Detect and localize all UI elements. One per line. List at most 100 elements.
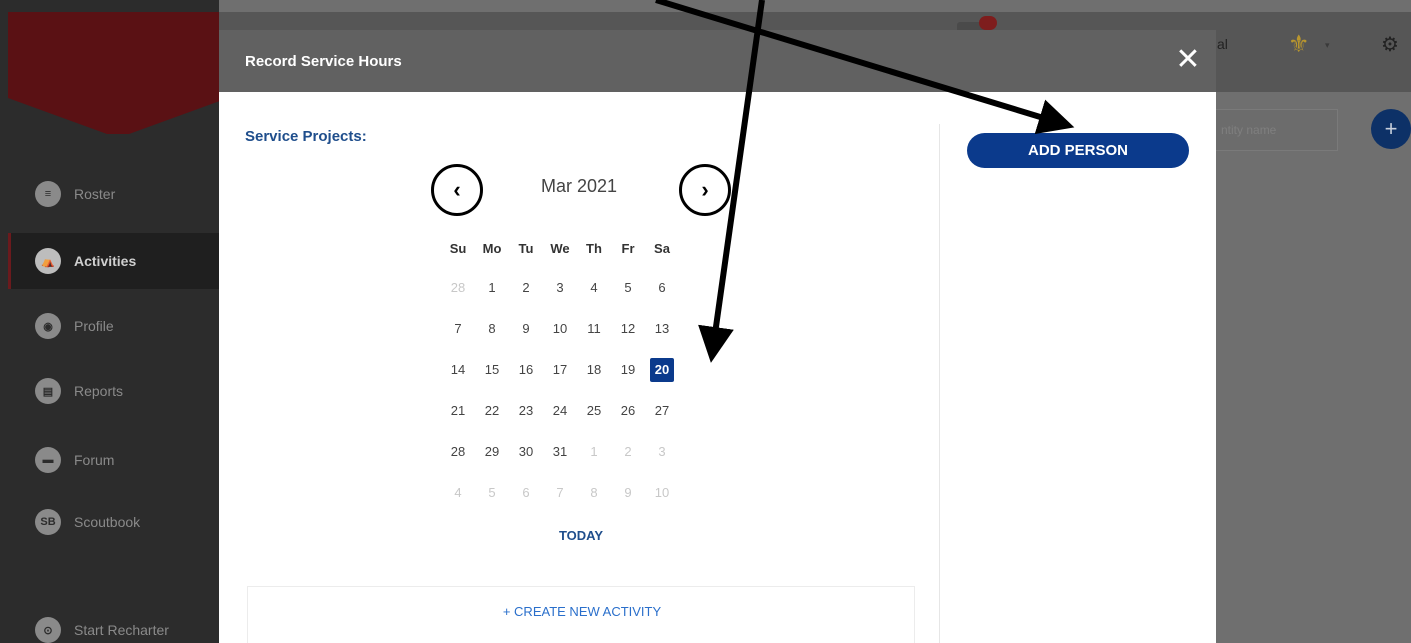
calendar-day[interactable]: 15: [475, 358, 509, 382]
calendar-day[interactable]: 6: [645, 276, 679, 300]
council-banner-tail: [8, 98, 228, 134]
prev-month-button[interactable]: ‹: [431, 164, 483, 216]
notification-badge: [979, 16, 997, 30]
calendar-day[interactable]: 18: [577, 358, 611, 382]
calendar-day[interactable]: 16: [509, 358, 543, 382]
calendar-day[interactable]: 6: [509, 481, 543, 505]
calendar-day[interactable]: 30: [509, 440, 543, 464]
sidebar-item-activities[interactable]: ⛺ Activities: [8, 233, 219, 289]
sidebar-item-roster[interactable]: ≡ Roster: [8, 166, 219, 222]
create-new-activity-link[interactable]: + CREATE NEW ACTIVITY: [248, 604, 916, 619]
calendar-day[interactable]: 8: [577, 481, 611, 505]
weekday-header: Th: [586, 241, 602, 256]
sidebar-item-start-recharter[interactable]: ⊙ Start Recharter: [8, 602, 219, 643]
calendar-week-row: 28 29 30 31 1 2 3: [441, 440, 679, 481]
scoutbook-icon: SB: [35, 509, 61, 535]
calendar-day[interactable]: 17: [543, 358, 577, 382]
weekday-header: Tu: [518, 241, 534, 256]
calendar-day[interactable]: 2: [509, 276, 543, 300]
calendar-day[interactable]: 8: [475, 317, 509, 341]
calendar-day[interactable]: 4: [441, 481, 475, 505]
calendar-day[interactable]: 10: [543, 317, 577, 341]
calendar-month-label: Mar 2021: [540, 176, 618, 196]
weekday-header: Fr: [621, 241, 635, 256]
calendar-day[interactable]: 3: [543, 276, 577, 300]
calendar-day[interactable]: 9: [509, 317, 543, 341]
modal-title: Record Service Hours: [245, 53, 402, 70]
chevron-down-icon[interactable]: ▾: [1325, 40, 1330, 51]
add-button[interactable]: +: [1371, 109, 1411, 149]
calendar-day[interactable]: 24: [543, 399, 577, 423]
modal-header: Record Service Hours ✕: [219, 30, 1216, 92]
calendar-day[interactable]: 7: [543, 481, 577, 505]
calendar-day[interactable]: 23: [509, 399, 543, 423]
calendar-day[interactable]: 14: [441, 358, 475, 382]
sidebar-item-profile[interactable]: ◉ Profile: [8, 298, 219, 354]
calendar-grid: 28 1 2 3 4 5 6 7 8 9 10 11 12 13 14 15 16 17 18 19 20 21 22 23 2…: [441, 276, 679, 522]
app-window: ≡ Roster ⛺ Activities ◉ Profile ▤ Reports ▬ Forum…: [0, 0, 1411, 643]
list-icon: ≡: [35, 181, 61, 207]
add-person-button[interactable]: ADD PERSON: [967, 133, 1189, 168]
divider: [939, 124, 940, 643]
calendar-week-row: 28 1 2 3 4 5 6: [441, 276, 679, 317]
sidebar-item-label: Roster: [74, 186, 116, 202]
calendar-day[interactable]: 7: [441, 317, 475, 341]
sidebar-item-reports[interactable]: ▤ Reports: [8, 363, 219, 419]
calendar-day[interactable]: 13: [645, 317, 679, 341]
recharter-icon: ⊙: [35, 617, 61, 643]
calendar-day[interactable]: 26: [611, 399, 645, 423]
chevron-left-icon: ‹: [453, 177, 461, 202]
calendar-week-row: 7 8 9 10 11 12 13: [441, 317, 679, 358]
sidebar-item-forum[interactable]: ▬ Forum: [8, 432, 219, 488]
calendar-day[interactable]: 27: [645, 399, 679, 423]
calendar-weekday-row: Su Mo Tu We Th Fr Sa: [441, 241, 679, 256]
calendar-day[interactable]: 28: [441, 276, 475, 300]
calendar-day[interactable]: 28: [441, 440, 475, 464]
calendar-day[interactable]: 25: [577, 399, 611, 423]
calendar-day[interactable]: 2: [611, 440, 645, 464]
calendar-day[interactable]: 5: [611, 276, 645, 300]
calendar-week-row: 14 15 16 17 18 19 20: [441, 358, 679, 399]
gear-icon[interactable]: ⚙: [1381, 32, 1399, 57]
next-month-button[interactable]: ›: [679, 164, 731, 216]
calendar-day[interactable]: 22: [475, 399, 509, 423]
sidebar-item-label: Scoutbook: [74, 514, 141, 530]
calendar-day[interactable]: 21: [441, 399, 475, 423]
calendar-week-row: 4 5 6 7 8 9 10: [441, 481, 679, 522]
calendar-day[interactable]: 19: [611, 358, 645, 382]
calendar-day[interactable]: 1: [577, 440, 611, 464]
calendar-day[interactable]: 10: [645, 481, 679, 505]
header-partial-text: al: [1217, 36, 1228, 52]
calendar-day[interactable]: 1: [475, 276, 509, 300]
calendar-day[interactable]: 31: [543, 440, 577, 464]
calendar-day[interactable]: 5: [475, 481, 509, 505]
service-projects-label: Service Projects:: [245, 128, 367, 145]
modal-body: Service Projects: ADD PERSON ‹ Mar 2021 …: [219, 92, 1216, 643]
weekday-header: Mo: [482, 241, 502, 256]
calendar-day[interactable]: 12: [611, 317, 645, 341]
calendar-day[interactable]: 4: [577, 276, 611, 300]
search-input[interactable]: ntity name: [1214, 109, 1338, 151]
calendar-day-selected[interactable]: 20: [650, 358, 674, 382]
sidebar-item-label: Forum: [74, 452, 115, 468]
profile-icon: ◉: [35, 313, 61, 339]
calendar-day[interactable]: 9: [611, 481, 645, 505]
sidebar-item-scoutbook[interactable]: SB Scoutbook: [8, 494, 219, 550]
today-button[interactable]: TODAY: [541, 528, 621, 543]
fleur-de-lis-icon[interactable]: ⚜: [1288, 30, 1310, 59]
sidebar: ≡ Roster ⛺ Activities ◉ Profile ▤ Reports ▬ Forum…: [0, 0, 228, 643]
council-banner: [8, 12, 228, 98]
weekday-header: Su: [449, 241, 467, 256]
calendar-day[interactable]: 3: [645, 440, 679, 464]
calendar-day[interactable]: 11: [577, 317, 611, 341]
calendar-week-row: 21 22 23 24 25 26 27: [441, 399, 679, 440]
close-icon[interactable]: ✕: [1172, 44, 1204, 76]
chevron-right-icon: ›: [701, 177, 709, 202]
sidebar-item-label: Reports: [74, 383, 124, 399]
activities-icon: ⛺: [35, 248, 61, 274]
sidebar-item-label: Profile: [74, 318, 114, 334]
sidebar-item-label: Start Recharter: [74, 622, 169, 638]
sidebar-item-label: Activities: [74, 253, 137, 269]
weekday-header: Sa: [654, 241, 670, 256]
calendar-day[interactable]: 29: [475, 440, 509, 464]
